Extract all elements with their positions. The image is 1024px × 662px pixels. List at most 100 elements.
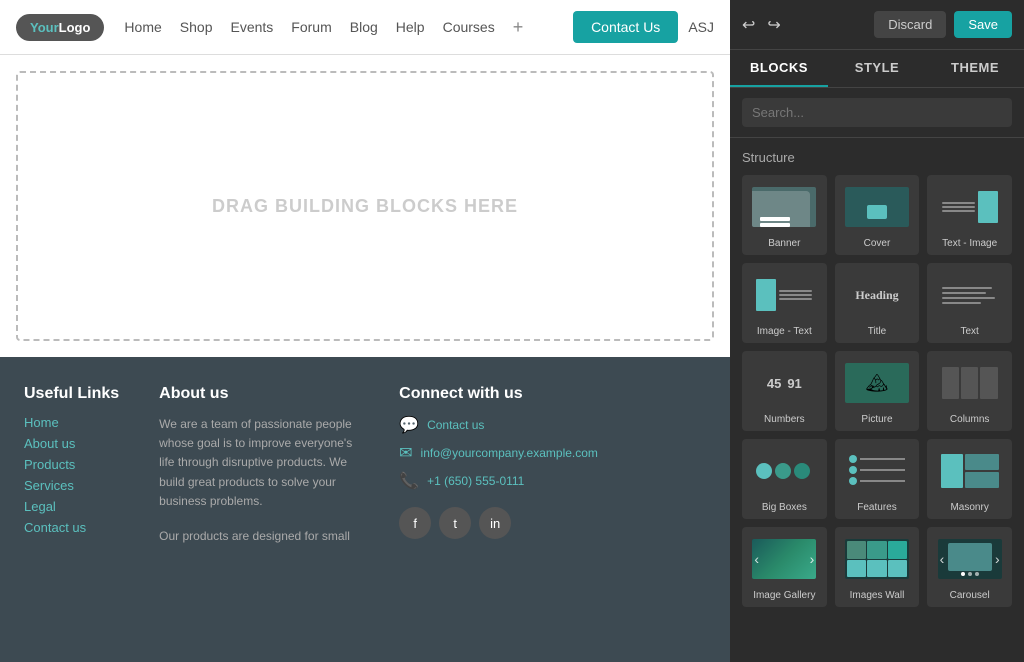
blocks-grid: Banner Cover	[742, 175, 1012, 607]
footer-connect-contact: 💬 Contact us	[399, 415, 598, 435]
nav-forum[interactable]: Forum	[291, 19, 331, 35]
drop-zone-label: DRAG BUILDING BLOCKS HERE	[212, 196, 518, 217]
facebook-icon[interactable]: f	[399, 507, 431, 539]
nav-courses[interactable]: Courses	[443, 19, 495, 35]
block-text-preview	[934, 271, 1006, 319]
block-images-wall-label: Images Wall	[850, 590, 905, 601]
footer-col-connect: Connect with us 💬 Contact us ✉ info@your…	[399, 385, 598, 634]
save-button[interactable]: Save	[954, 11, 1012, 38]
footer-col-links: Useful Links Home About us Products Serv…	[24, 385, 119, 634]
footer-col-about: About us We are a team of passionate peo…	[159, 385, 359, 634]
block-image-gallery-label: Image Gallery	[753, 590, 815, 601]
tab-blocks[interactable]: BLOCKS	[730, 50, 828, 87]
blocks-panel: ↩ ↪ Discard Save BLOCKS STYLE THEME Stru…	[730, 0, 1024, 662]
footer-link-legal[interactable]: Legal	[24, 499, 119, 514]
phone-icon: 📞	[399, 471, 419, 491]
block-big-boxes[interactable]: Big Boxes	[742, 439, 827, 519]
footer-link-contact[interactable]: Contact us	[24, 520, 119, 535]
footer-connect-email: ✉ info@yourcompany.example.com	[399, 443, 598, 463]
block-banner-label: Banner	[768, 238, 800, 249]
block-text-image-label: Text - Image	[942, 238, 997, 249]
nav-events[interactable]: Events	[230, 19, 273, 35]
block-big-boxes-preview	[748, 447, 820, 495]
footer-links-title: Useful Links	[24, 385, 119, 403]
block-numbers-preview: 45 91	[748, 359, 820, 407]
footer-links-list: Home About us Products Services Legal Co…	[24, 415, 119, 535]
panel-header: ↩ ↪ Discard Save	[730, 0, 1024, 50]
add-nav-item-icon[interactable]: +	[513, 17, 524, 38]
nav-shop[interactable]: Shop	[180, 19, 213, 35]
footer-contact-link[interactable]: Contact us	[427, 418, 484, 432]
block-columns[interactable]: Columns	[927, 351, 1012, 431]
tab-style[interactable]: STYLE	[828, 50, 926, 87]
undo-icon[interactable]: ↩	[742, 15, 755, 35]
block-image-text-label: Image - Text	[757, 326, 812, 337]
block-features-preview	[841, 447, 913, 495]
logo-area: YourLogo	[16, 14, 104, 41]
block-masonry-preview	[934, 447, 1006, 495]
panel-header-buttons: Discard Save	[874, 11, 1012, 38]
nav-home[interactable]: Home	[124, 19, 161, 35]
footer-link-home[interactable]: Home	[24, 415, 119, 430]
section-structure-label: Structure	[742, 150, 1012, 165]
contact-us-button[interactable]: Contact Us	[573, 11, 678, 43]
social-icons: f t in	[399, 507, 598, 539]
search-input[interactable]	[742, 98, 1012, 127]
linkedin-icon[interactable]: in	[479, 507, 511, 539]
block-banner-preview	[748, 183, 820, 231]
block-image-text[interactable]: Image - Text	[742, 263, 827, 343]
block-picture-label: Picture	[861, 414, 892, 425]
block-carousel[interactable]: ‹ › Carousel	[927, 527, 1012, 607]
website-preview: YourLogo Home Shop Events Forum Blog Hel…	[0, 0, 730, 662]
block-title[interactable]: Heading Title	[835, 263, 920, 343]
footer-link-services[interactable]: Services	[24, 478, 119, 493]
panel-header-icons: ↩ ↪	[742, 15, 781, 35]
footer-connect-phone: 📞 +1 (650) 555-0111	[399, 471, 598, 491]
block-picture[interactable]: Picture	[835, 351, 920, 431]
block-cover-label: Cover	[864, 238, 891, 249]
block-title-label: Title	[868, 326, 887, 337]
block-image-gallery[interactable]: ‹ › Image Gallery	[742, 527, 827, 607]
tab-theme[interactable]: THEME	[926, 50, 1024, 87]
logo: YourLogo	[16, 14, 104, 41]
block-text-image[interactable]: Text - Image	[927, 175, 1012, 255]
block-images-wall[interactable]: Images Wall	[835, 527, 920, 607]
block-features-label: Features	[857, 502, 896, 513]
footer-about-title: About us	[159, 385, 359, 403]
block-text-label: Text	[960, 326, 978, 337]
block-masonry[interactable]: Masonry	[927, 439, 1012, 519]
footer: Useful Links Home About us Products Serv…	[0, 357, 730, 662]
discard-button[interactable]: Discard	[874, 11, 946, 38]
twitter-icon[interactable]: t	[439, 507, 471, 539]
footer-link-about[interactable]: About us	[24, 436, 119, 451]
panel-content: Structure Banner Cover	[730, 138, 1024, 662]
user-initials: ASJ	[688, 19, 714, 35]
block-banner[interactable]: Banner	[742, 175, 827, 255]
block-image-text-preview	[748, 271, 820, 319]
block-numbers[interactable]: 45 91 Numbers	[742, 351, 827, 431]
nav-help[interactable]: Help	[396, 19, 425, 35]
panel-search	[730, 88, 1024, 138]
block-numbers-label: Numbers	[764, 414, 805, 425]
main-content: DRAG BUILDING BLOCKS HERE Useful Links H…	[0, 55, 730, 662]
block-text[interactable]: Text	[927, 263, 1012, 343]
block-features[interactable]: Features	[835, 439, 920, 519]
footer-email-link[interactable]: info@yourcompany.example.com	[421, 446, 598, 460]
footer-link-products[interactable]: Products	[24, 457, 119, 472]
nav-blog[interactable]: Blog	[350, 19, 378, 35]
footer-phone: +1 (650) 555-0111	[427, 474, 524, 488]
footer-about-text: We are a team of passionate people whose…	[159, 415, 359, 511]
redo-icon[interactable]: ↪	[767, 15, 780, 35]
block-big-boxes-label: Big Boxes	[762, 502, 807, 513]
block-cover[interactable]: Cover	[835, 175, 920, 255]
navbar: YourLogo Home Shop Events Forum Blog Hel…	[0, 0, 730, 55]
email-icon: ✉	[399, 443, 412, 463]
block-images-wall-preview	[841, 535, 913, 583]
block-carousel-preview: ‹ ›	[934, 535, 1006, 583]
drop-zone[interactable]: DRAG BUILDING BLOCKS HERE	[16, 71, 714, 341]
chat-icon: 💬	[399, 415, 419, 435]
nav-links: Home Shop Events Forum Blog Help Courses…	[124, 17, 561, 38]
panel-tabs: BLOCKS STYLE THEME	[730, 50, 1024, 88]
block-title-preview: Heading	[841, 271, 913, 319]
block-masonry-label: Masonry	[950, 502, 988, 513]
